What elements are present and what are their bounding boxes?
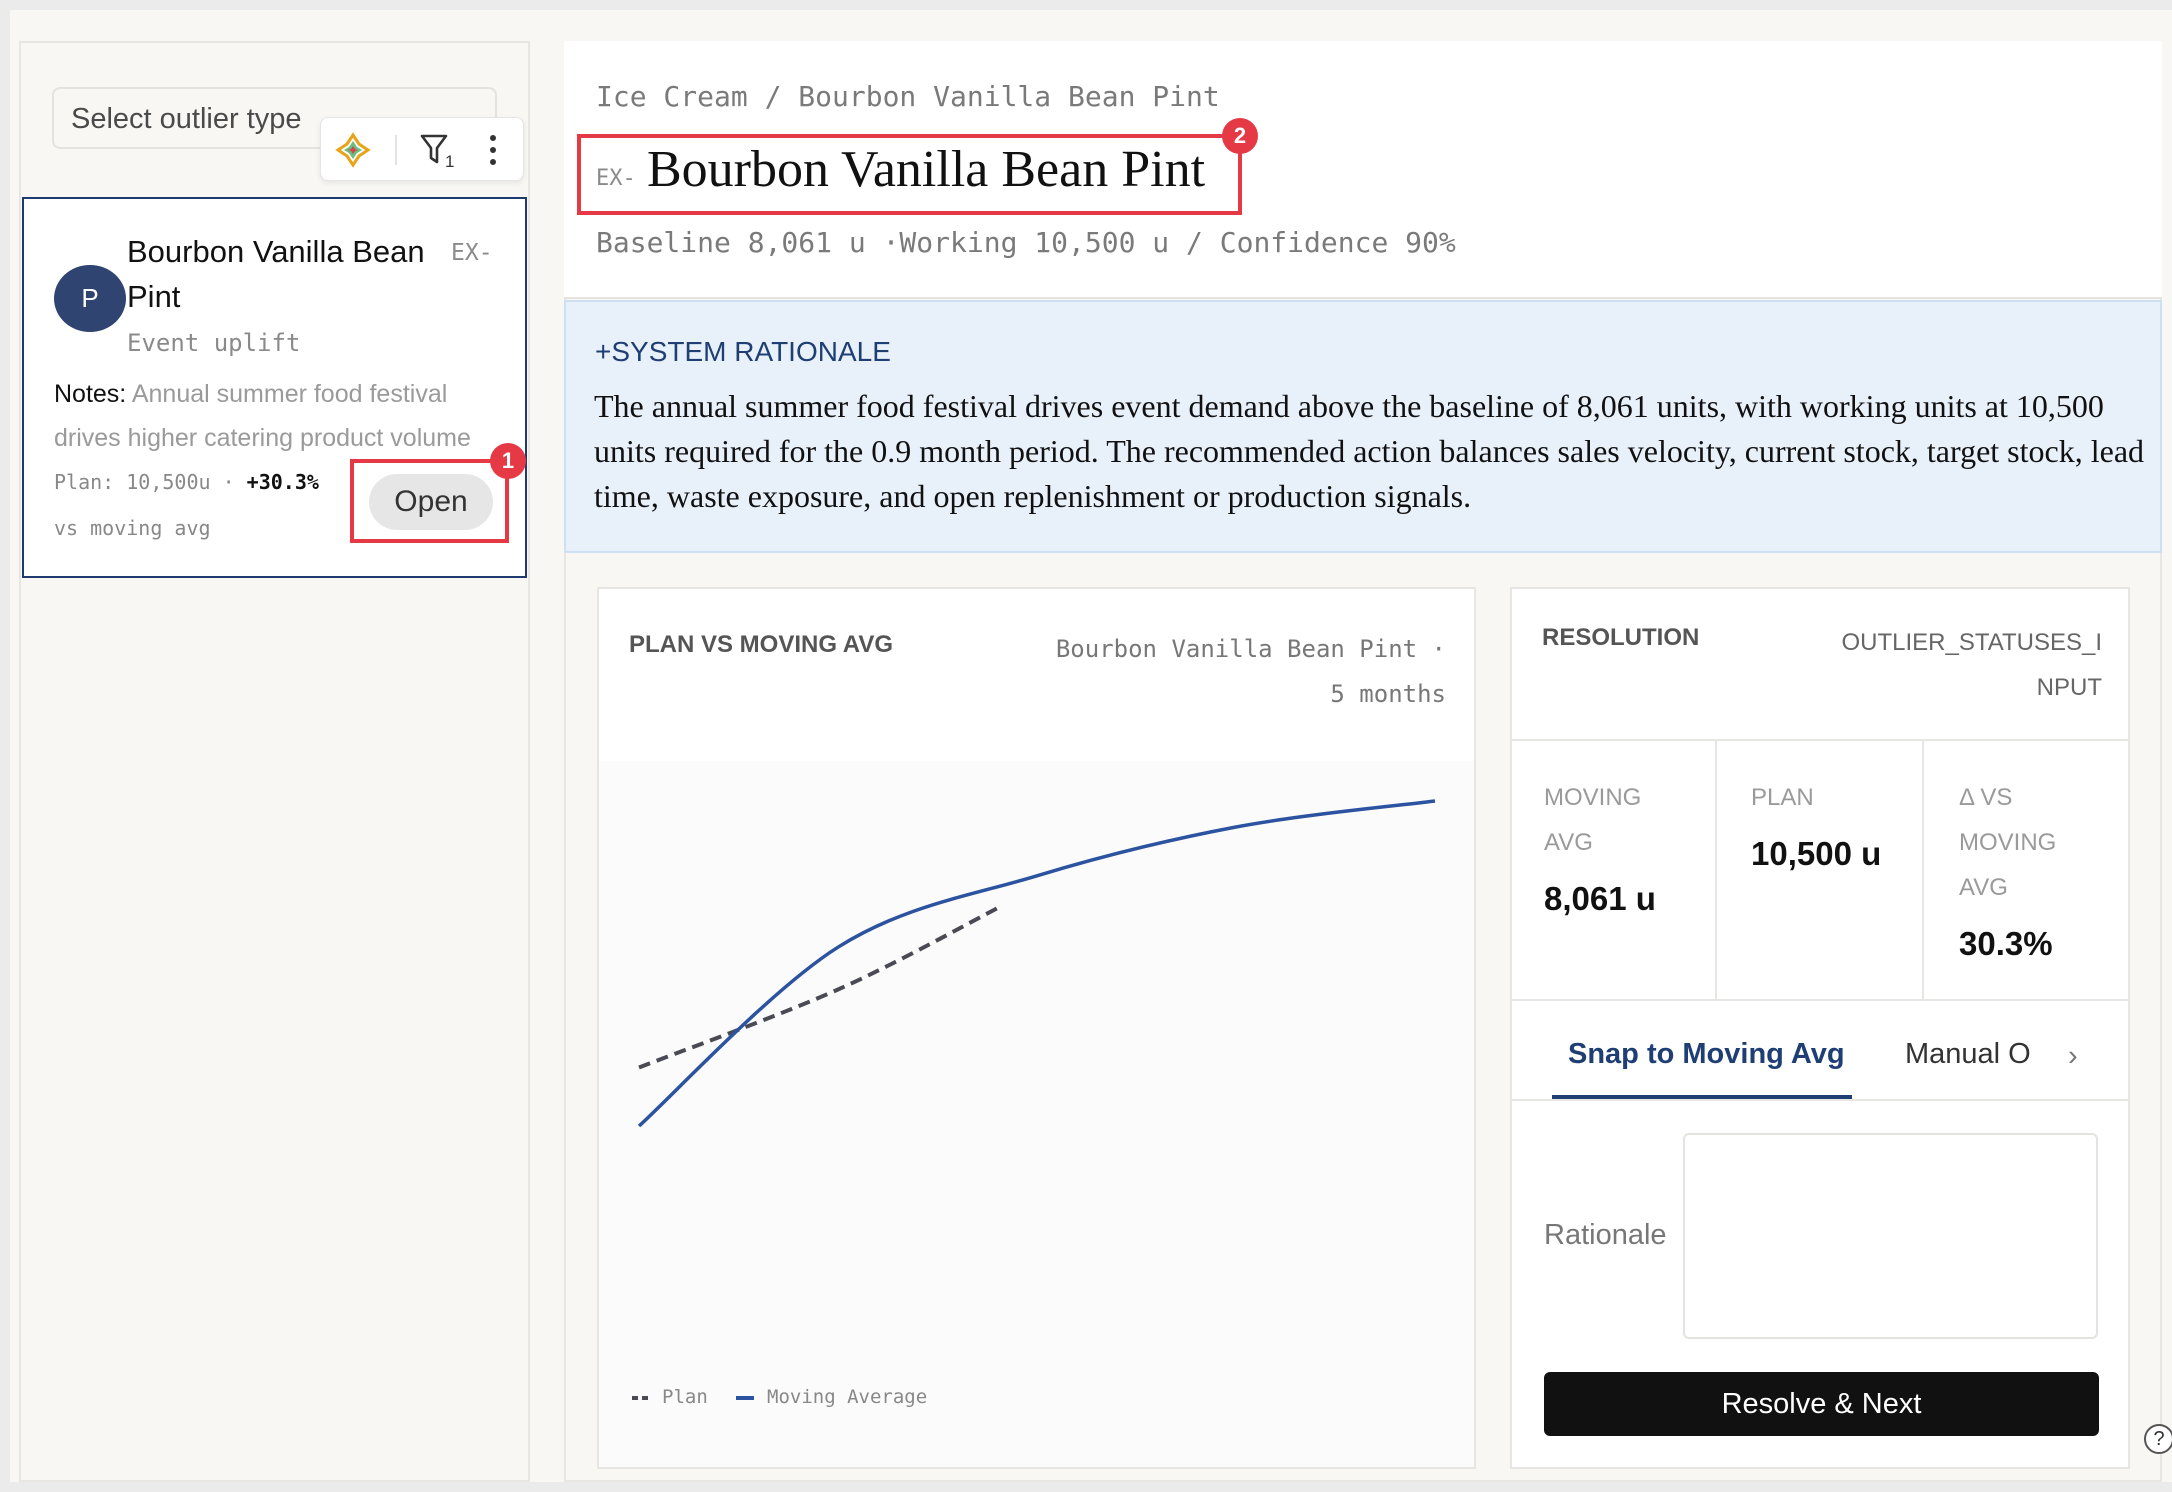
avatar: P xyxy=(54,265,126,332)
card-subtitle: Event uplift xyxy=(127,329,301,357)
system-rationale-text: The annual summer food festival drives e… xyxy=(594,388,2145,514)
card-vs-text: vs moving avg xyxy=(54,516,211,540)
metric-plan-label: PLAN xyxy=(1751,784,1814,811)
resolution-status-code: OUTLIER_STATUSES_INPUT xyxy=(1841,629,2102,701)
metric-delta-value: 30.3% xyxy=(1959,925,2053,962)
chart-subtitle-line-2: 5 months xyxy=(1330,680,1446,708)
card-notes: Notes: Annual summer food festival drive… xyxy=(54,372,504,460)
tab-snap-to-moving-avg[interactable]: Snap to Moving Avg xyxy=(1568,1038,1845,1071)
active-tab-indicator xyxy=(1552,1095,1852,1099)
chart-subtitle: Bourbon Vanilla Bean Pint · 5 months xyxy=(1000,627,1446,717)
annotation-badge-1: 1 xyxy=(490,443,526,479)
ai-sparkle-icon[interactable] xyxy=(335,132,371,168)
chart-area xyxy=(599,761,1474,1467)
legend-moving-swatch xyxy=(736,1396,754,1400)
line-chart xyxy=(637,799,1436,1128)
legend-plan: Plan xyxy=(662,1386,708,1408)
legend-moving-average: Moving Average xyxy=(767,1386,928,1408)
breadcrumb: Ice Cream / Bourbon Vanilla Bean Pint xyxy=(596,80,1220,113)
more-vertical-icon[interactable] xyxy=(485,132,501,168)
metric-delta-label: Δ VS MOVING AVG xyxy=(1959,784,2057,901)
toolbar-separator xyxy=(395,135,397,165)
chart-subtitle-line-1: Bourbon Vanilla Bean Pint · xyxy=(1055,635,1446,663)
resolve-next-button[interactable]: Resolve & Next xyxy=(1544,1372,2099,1436)
card-id-prefix: EX- xyxy=(451,240,493,266)
chart-title: PLAN VS MOVING AVG xyxy=(629,631,894,658)
plan-text: Plan: 10,500u · xyxy=(54,470,235,494)
rationale-field-label: Rationale xyxy=(1544,1219,1667,1251)
notes-label: Notes: xyxy=(54,380,127,408)
series-plan-line xyxy=(638,906,999,1070)
annotation-box-1 xyxy=(350,459,509,543)
rationale-textarea[interactable] xyxy=(1683,1133,2098,1339)
system-rationale-label[interactable]: +SYSTEM RATIONALE xyxy=(595,336,891,368)
help-icon[interactable]: ? xyxy=(2144,1424,2172,1454)
chevron-right-icon[interactable]: › xyxy=(2068,1040,2078,1073)
legend-plan-swatch xyxy=(632,1396,650,1400)
card-title: Bourbon Vanilla Bean Pint xyxy=(127,234,425,314)
metric-plan-value: 10,500 u xyxy=(1751,835,1882,872)
tab-manual-override[interactable]: Manual Override xyxy=(1905,1038,2031,1071)
floating-toolbar: 1 xyxy=(320,117,524,181)
resolution-title: RESOLUTION xyxy=(1542,624,1700,651)
annotation-badge-2: 2 xyxy=(1222,118,1258,154)
annotation-box-2 xyxy=(577,134,1242,215)
filter-count: 1 xyxy=(445,152,455,171)
metric-moving-avg-label: MOVING AVG xyxy=(1544,784,1642,856)
series-moving-average-line xyxy=(637,799,1436,1128)
header-meta: Baseline 8,061 u ·Working 10,500 u / Con… xyxy=(596,226,1456,259)
card-plan: Plan: 10,500u · +30.3% xyxy=(54,470,319,494)
metric-moving-avg-value: 8,061 u xyxy=(1544,880,1656,917)
plan-delta: +30.3% xyxy=(246,470,319,494)
app-root: Select outlier type 1 P Bourbon Vanilla … xyxy=(0,0,2172,1492)
